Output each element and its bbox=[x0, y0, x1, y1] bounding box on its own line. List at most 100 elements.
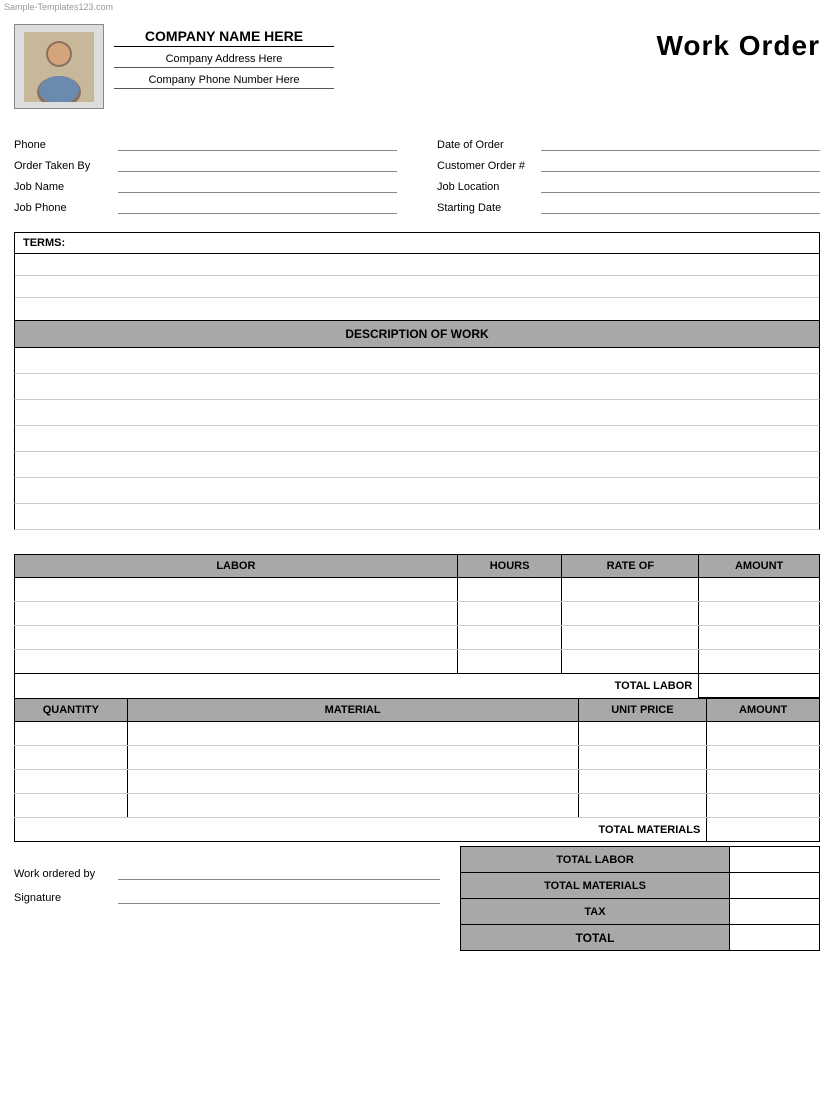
summary-table: TOTAL LABOR TOTAL MATERIALS TAX TOTAL bbox=[460, 846, 820, 951]
terms-row-1[interactable] bbox=[15, 254, 819, 276]
mat-qty-3[interactable] bbox=[15, 770, 128, 794]
mat-desc-4[interactable] bbox=[127, 794, 578, 818]
labor-desc-1[interactable] bbox=[15, 578, 458, 602]
customer-order-input[interactable] bbox=[541, 158, 820, 172]
labor-rate-3[interactable] bbox=[562, 626, 699, 650]
watermark: Sample-Templates123.com bbox=[0, 0, 834, 14]
description-header: DESCRIPTION OF WORK bbox=[14, 321, 820, 348]
fields-right: Date of Order Customer Order # Job Locat… bbox=[427, 137, 820, 214]
customer-order-label: Customer Order # bbox=[437, 160, 537, 172]
terms-row-2[interactable] bbox=[15, 276, 819, 298]
job-location-label: Job Location bbox=[437, 181, 537, 193]
phone-input[interactable] bbox=[118, 137, 397, 151]
mat-price-3[interactable] bbox=[578, 770, 707, 794]
mat-price-2[interactable] bbox=[578, 746, 707, 770]
quantity-col-header: QUANTITY bbox=[15, 699, 128, 722]
desc-row-1[interactable] bbox=[14, 348, 820, 374]
summary-row-3: TAX bbox=[461, 899, 820, 925]
starting-date-row: Starting Date bbox=[437, 200, 820, 214]
rate-col-header: RATE OF bbox=[562, 555, 699, 578]
phone-label: Phone bbox=[14, 139, 114, 151]
avatar-icon bbox=[24, 32, 94, 102]
job-name-input[interactable] bbox=[118, 179, 397, 193]
summary-total-value[interactable] bbox=[730, 925, 820, 951]
signature-input[interactable] bbox=[118, 890, 440, 904]
labor-row-1[interactable] bbox=[15, 578, 820, 602]
job-location-row: Job Location bbox=[437, 179, 820, 193]
labor-desc-2[interactable] bbox=[15, 602, 458, 626]
company-info: COMPANY NAME HERE Company Address Here C… bbox=[114, 24, 334, 89]
mat-price-4[interactable] bbox=[578, 794, 707, 818]
labor-rate-4[interactable] bbox=[562, 650, 699, 674]
work-ordered-by-row: Work ordered by bbox=[14, 866, 440, 880]
mat-desc-3[interactable] bbox=[127, 770, 578, 794]
order-taken-by-input[interactable] bbox=[118, 158, 397, 172]
desc-row-3[interactable] bbox=[14, 400, 820, 426]
labor-hours-3[interactable] bbox=[457, 626, 562, 650]
total-materials-label: TOTAL MATERIALS bbox=[15, 818, 707, 842]
labor-desc-3[interactable] bbox=[15, 626, 458, 650]
hours-col-header: HOURS bbox=[457, 555, 562, 578]
mat-amount-4[interactable] bbox=[707, 794, 820, 818]
job-phone-input[interactable] bbox=[118, 200, 397, 214]
mat-desc-2[interactable] bbox=[127, 746, 578, 770]
summary-total-materials-label: TOTAL MATERIALS bbox=[461, 873, 730, 899]
mat-row-4[interactable] bbox=[15, 794, 820, 818]
labor-row-2[interactable] bbox=[15, 602, 820, 626]
mat-qty-1[interactable] bbox=[15, 722, 128, 746]
mat-row-3[interactable] bbox=[15, 770, 820, 794]
labor-total-row: TOTAL LABOR bbox=[15, 674, 820, 698]
summary-total-materials-value[interactable] bbox=[730, 873, 820, 899]
total-materials-value[interactable] bbox=[707, 818, 820, 842]
desc-row-5[interactable] bbox=[14, 452, 820, 478]
mat-desc-1[interactable] bbox=[127, 722, 578, 746]
summary-tax-value[interactable] bbox=[730, 899, 820, 925]
terms-section: TERMS: bbox=[14, 232, 820, 321]
amount-col-header: AMOUNT bbox=[699, 555, 820, 578]
date-of-order-input[interactable] bbox=[541, 137, 820, 151]
fields-section: Phone Order Taken By Job Name Job Phone … bbox=[14, 127, 820, 214]
signature-label: Signature bbox=[14, 892, 114, 904]
labor-hours-1[interactable] bbox=[457, 578, 562, 602]
labor-col-header: LABOR bbox=[15, 555, 458, 578]
summary-total-labor-value[interactable] bbox=[730, 847, 820, 873]
labor-hours-2[interactable] bbox=[457, 602, 562, 626]
work-ordered-by-input[interactable] bbox=[118, 866, 440, 880]
footer-left: Work ordered by Signature bbox=[14, 846, 460, 914]
mat-amount-2[interactable] bbox=[707, 746, 820, 770]
labor-amount-2[interactable] bbox=[699, 602, 820, 626]
mat-amount-3[interactable] bbox=[707, 770, 820, 794]
job-location-input[interactable] bbox=[541, 179, 820, 193]
date-of-order-label: Date of Order bbox=[437, 139, 537, 151]
summary-tax-label: TAX bbox=[461, 899, 730, 925]
desc-row-4[interactable] bbox=[14, 426, 820, 452]
desc-row-6[interactable] bbox=[14, 478, 820, 504]
labor-rate-2[interactable] bbox=[562, 602, 699, 626]
order-taken-by-row: Order Taken By bbox=[14, 158, 397, 172]
unit-price-col-header: UNIT PRICE bbox=[578, 699, 707, 722]
labor-desc-4[interactable] bbox=[15, 650, 458, 674]
labor-amount-1[interactable] bbox=[699, 578, 820, 602]
date-of-order-row: Date of Order bbox=[437, 137, 820, 151]
labor-row-4[interactable] bbox=[15, 650, 820, 674]
terms-row-3[interactable] bbox=[15, 298, 819, 320]
starting-date-input[interactable] bbox=[541, 200, 820, 214]
footer-right: TOTAL LABOR TOTAL MATERIALS TAX TOTAL bbox=[460, 846, 820, 951]
labor-amount-4[interactable] bbox=[699, 650, 820, 674]
job-phone-row: Job Phone bbox=[14, 200, 397, 214]
header-left: COMPANY NAME HERE Company Address Here C… bbox=[14, 24, 334, 109]
mat-row-1[interactable] bbox=[15, 722, 820, 746]
labor-row-3[interactable] bbox=[15, 626, 820, 650]
mat-amount-1[interactable] bbox=[707, 722, 820, 746]
desc-row-2[interactable] bbox=[14, 374, 820, 400]
total-labor-value[interactable] bbox=[699, 674, 820, 698]
labor-amount-3[interactable] bbox=[699, 626, 820, 650]
labor-rate-1[interactable] bbox=[562, 578, 699, 602]
mat-qty-2[interactable] bbox=[15, 746, 128, 770]
mat-price-1[interactable] bbox=[578, 722, 707, 746]
mat-qty-4[interactable] bbox=[15, 794, 128, 818]
mat-row-2[interactable] bbox=[15, 746, 820, 770]
desc-row-7[interactable] bbox=[14, 504, 820, 530]
labor-hours-4[interactable] bbox=[457, 650, 562, 674]
page: COMPANY NAME HERE Company Address Here C… bbox=[0, 14, 834, 1096]
